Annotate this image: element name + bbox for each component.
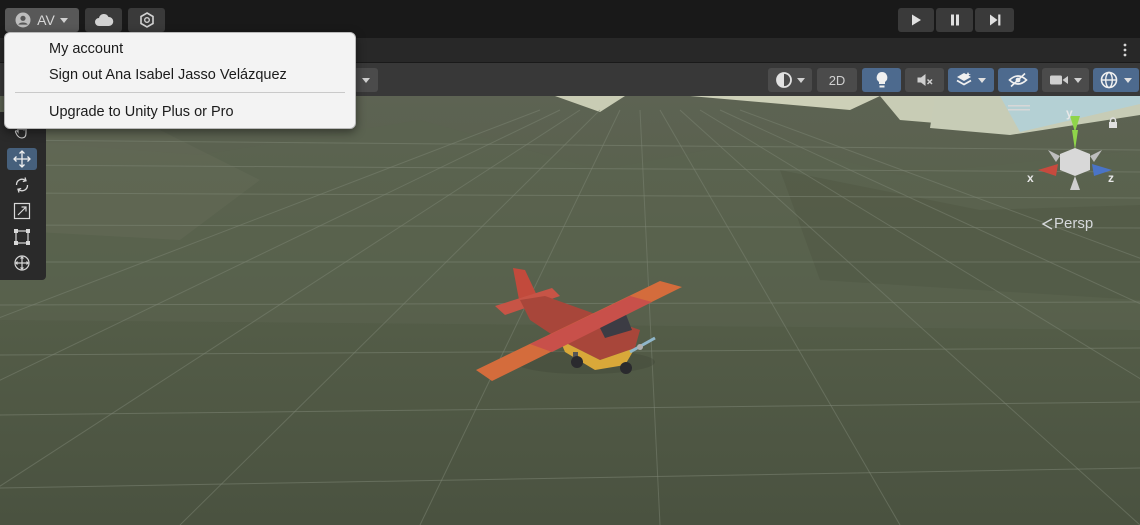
step-icon: [989, 14, 1000, 26]
gizmo-x-label: x: [1027, 171, 1034, 185]
chevron-down-icon: [362, 78, 370, 83]
account-initials: AV: [37, 12, 55, 28]
camera-dropdown[interactable]: [1042, 68, 1089, 92]
step-button[interactable]: [975, 8, 1014, 32]
rotate-tool-button[interactable]: [7, 174, 37, 196]
menu-item-upgrade[interactable]: Upgrade to Unity Plus or Pro: [49, 104, 234, 120]
rect-tool-icon: [14, 229, 30, 245]
airplane-model[interactable]: [0, 96, 1140, 525]
effects-icon: [956, 72, 972, 86]
projection-label: Persp: [1054, 215, 1094, 232]
chevron-down-icon: [978, 78, 986, 83]
menu-item-my-account[interactable]: My account: [49, 41, 123, 57]
move-tool-button[interactable]: [7, 148, 37, 170]
lighting-toggle[interactable]: [862, 68, 901, 92]
pause-button[interactable]: [936, 8, 973, 32]
rotate-tool-icon: [15, 177, 29, 193]
lock-icon[interactable]: [1108, 117, 1118, 129]
account-icon: [15, 12, 31, 28]
play-icon: [912, 14, 921, 26]
gizmo-z-label: z: [1108, 171, 1114, 185]
transform-tools-panel: [0, 112, 46, 280]
gizmos-icon: [1100, 71, 1118, 89]
gizmo-y-label: y: [1066, 106, 1073, 120]
chevron-left-icon: [1041, 217, 1053, 230]
pause-icon: [950, 14, 959, 26]
transform-tool-button[interactable]: [7, 252, 37, 274]
chevron-down-icon: [59, 18, 68, 23]
play-button[interactable]: [898, 8, 934, 32]
mode-2d-button[interactable]: 2D: [817, 68, 857, 92]
account-button[interactable]: AV: [5, 8, 79, 32]
lighting-icon: [876, 72, 887, 88]
chevron-down-icon: [796, 78, 805, 83]
menu-lines-icon[interactable]: [1008, 104, 1030, 112]
transform-tool-icon: [14, 255, 30, 271]
menu-separator: [15, 92, 345, 93]
kebab-menu-icon[interactable]: [1121, 43, 1129, 57]
cloud-icon: [94, 13, 113, 26]
unity-services-icon: [139, 12, 154, 28]
menu-item-sign-out[interactable]: Sign out Ana Isabel Jasso Velázquez: [49, 67, 287, 83]
gizmos-dropdown[interactable]: [1093, 68, 1139, 92]
chevron-down-icon: [1124, 78, 1132, 83]
unity-services-button[interactable]: [128, 8, 165, 32]
rect-tool-button[interactable]: [7, 226, 37, 248]
scale-tool-icon: [13, 202, 31, 220]
audio-mute-icon: [917, 74, 933, 86]
scene-viewport[interactable]: y x z Persp: [0, 96, 1140, 525]
hidden-objects-icon: [1008, 72, 1028, 88]
draw-mode-dropdown[interactable]: [768, 68, 812, 92]
camera-icon: [1049, 75, 1068, 85]
move-tool-icon: [13, 150, 31, 168]
effects-dropdown[interactable]: [948, 68, 994, 92]
chevron-down-icon: [1073, 78, 1082, 83]
hidden-objects-toggle[interactable]: [998, 68, 1038, 92]
cloud-button[interactable]: [85, 8, 122, 32]
scene-options-dropdown[interactable]: [354, 68, 378, 92]
projection-toggle[interactable]: Persp: [1040, 215, 1093, 232]
scale-tool-button[interactable]: [7, 200, 37, 222]
account-dropdown-menu: My account Sign out Ana Isabel Jasso Vel…: [4, 32, 356, 129]
audio-toggle[interactable]: [905, 68, 944, 92]
draw-mode-icon: [775, 72, 792, 88]
